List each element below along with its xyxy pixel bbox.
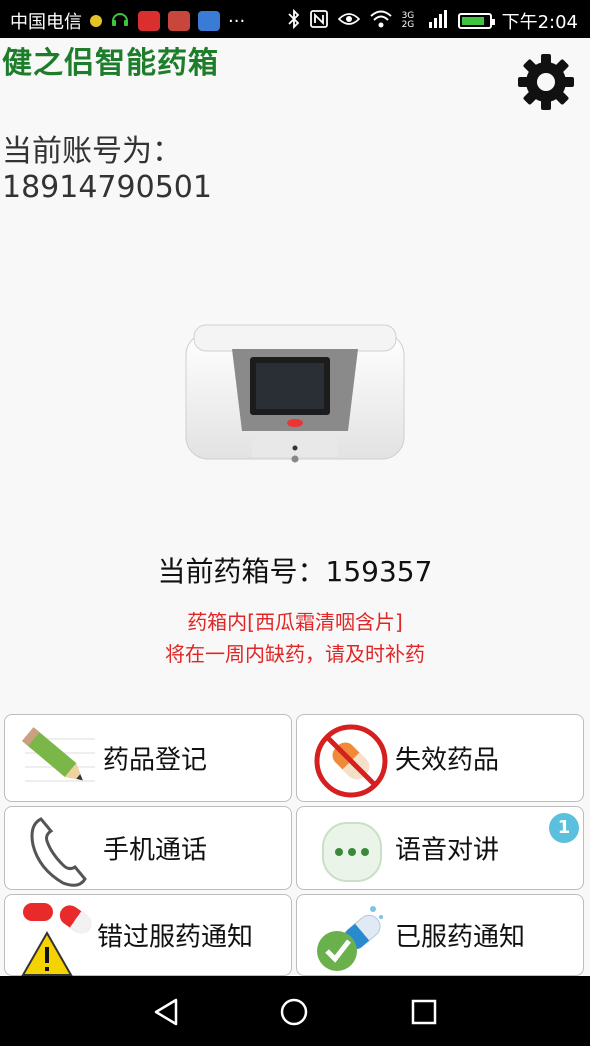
status-bar: 中国电信 ··· 3G 2G 下午2:04 <box>0 0 590 38</box>
unread-badge: 1 <box>549 813 579 843</box>
medicine-register-label: 药品登记 <box>103 745 208 776</box>
stock-alert-line1: 药箱内[西瓜霜清咽含片] <box>187 610 403 634</box>
phone-icon <box>19 811 101 893</box>
missed-dose-notice-label: 错过服药通知 <box>97 922 254 953</box>
expired-medicine-button[interactable]: 失效药品 <box>296 714 584 802</box>
app-title: 健之侣智能药箱 <box>2 46 219 81</box>
more-notifications-icon: ··· <box>228 10 246 32</box>
status-time: 下午2:04 <box>501 12 578 33</box>
wifi-icon <box>369 10 392 33</box>
nfc-icon <box>309 9 328 34</box>
home-icon[interactable] <box>274 992 314 1032</box>
medicine-box-id: 当前药箱号：159357 <box>157 555 433 588</box>
eye-icon <box>337 11 360 32</box>
notification-dot-icon <box>90 15 102 27</box>
back-icon[interactable] <box>146 992 186 1032</box>
chat-bubble-icon <box>311 811 393 893</box>
medicine-box-image <box>184 323 406 463</box>
phone-call-label: 手机通话 <box>103 835 208 866</box>
voice-intercom-label: 语音对讲 <box>395 835 500 866</box>
gear-icon[interactable] <box>514 50 578 114</box>
expired-medicine-label: 失效药品 <box>395 745 500 776</box>
network-type-label: 3G 2G <box>401 11 415 30</box>
app-notification-icon <box>138 11 160 31</box>
account-label: 当前账号为： <box>2 134 182 169</box>
account-number: 18914790501 <box>2 170 212 205</box>
taken-dose-notice-button[interactable]: 已服药通知 <box>296 894 584 976</box>
phone-call-button[interactable]: 手机通话 <box>4 806 292 890</box>
main-content: 健之侣智能药箱 当前账号为： 18914790501 当前药箱号：159357 … <box>0 38 590 976</box>
missed-dose-notice-button[interactable]: 错过服药通知 <box>4 894 292 976</box>
navigation-bar <box>0 976 590 1046</box>
bluetooth-icon <box>287 8 300 34</box>
pencil-icon <box>19 719 101 801</box>
baidu-icon <box>198 11 220 31</box>
carrier-label: 中国电信 <box>10 12 82 33</box>
app-notification-icon-2 <box>168 11 190 31</box>
medicine-register-button[interactable]: 药品登记 <box>4 714 292 802</box>
recent-apps-icon[interactable] <box>404 992 444 1032</box>
stock-alert-line2: 将在一周内缺药，请及时补药 <box>165 642 425 666</box>
battery-icon <box>457 13 495 29</box>
signal-icon <box>428 9 448 33</box>
headset-icon <box>110 9 130 34</box>
voice-intercom-button[interactable]: 语音对讲 1 <box>296 806 584 890</box>
check-pill-icon <box>311 897 393 979</box>
taken-dose-notice-label: 已服药通知 <box>395 922 526 953</box>
warning-pill-icon <box>19 897 101 979</box>
no-pill-icon <box>311 719 393 801</box>
